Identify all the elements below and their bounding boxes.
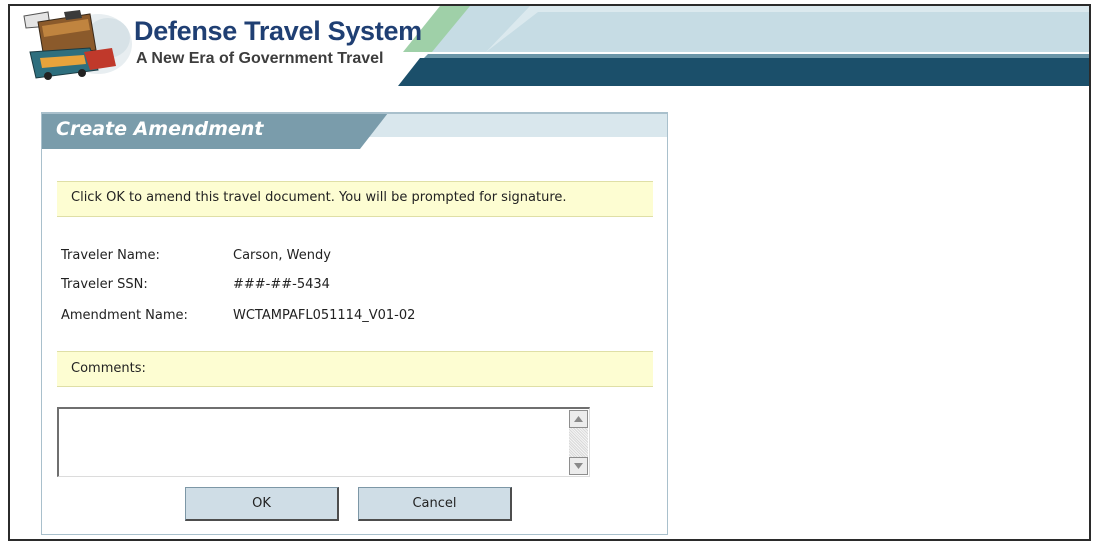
dialog-title: Create Amendment — [56, 118, 264, 140]
comments-scrollbar[interactable] — [569, 410, 588, 475]
cancel-button[interactable]: Cancel — [358, 487, 512, 521]
amend-notice: Click OK to amend this travel document. … — [57, 181, 653, 217]
app-tagline: A New Era of Government Travel — [136, 50, 384, 67]
dialog-header: Create Amendment — [42, 113, 667, 149]
app-window: Defense Travel System A New Era of Gover… — [8, 4, 1091, 541]
amendment-name-value: WCTAMPAFL051114_V01-02 — [233, 308, 416, 323]
traveler-ssn-value: ###-##-5434 — [233, 277, 330, 292]
header-banner: Defense Travel System A New Era of Gover… — [10, 6, 1089, 88]
comments-label: Comments: — [57, 351, 653, 387]
ok-button[interactable]: OK — [185, 487, 339, 521]
traveler-ssn-label: Traveler SSN: — [61, 277, 148, 292]
dts-logo — [23, 10, 132, 80]
amendment-name-label: Amendment Name: — [61, 308, 188, 323]
create-amendment-dialog: Create Amendment Click OK to amend this … — [41, 112, 668, 535]
traveler-name-value: Carson, Wendy — [233, 248, 331, 263]
comments-textarea[interactable] — [57, 407, 590, 477]
app-title: Defense Travel System — [134, 16, 422, 46]
traveler-name-label: Traveler Name: — [61, 248, 160, 263]
scroll-up-arrow-icon — [574, 416, 583, 422]
scroll-down-button[interactable] — [569, 457, 588, 475]
scroll-down-arrow-icon — [574, 463, 583, 469]
scroll-up-button[interactable] — [569, 410, 588, 428]
